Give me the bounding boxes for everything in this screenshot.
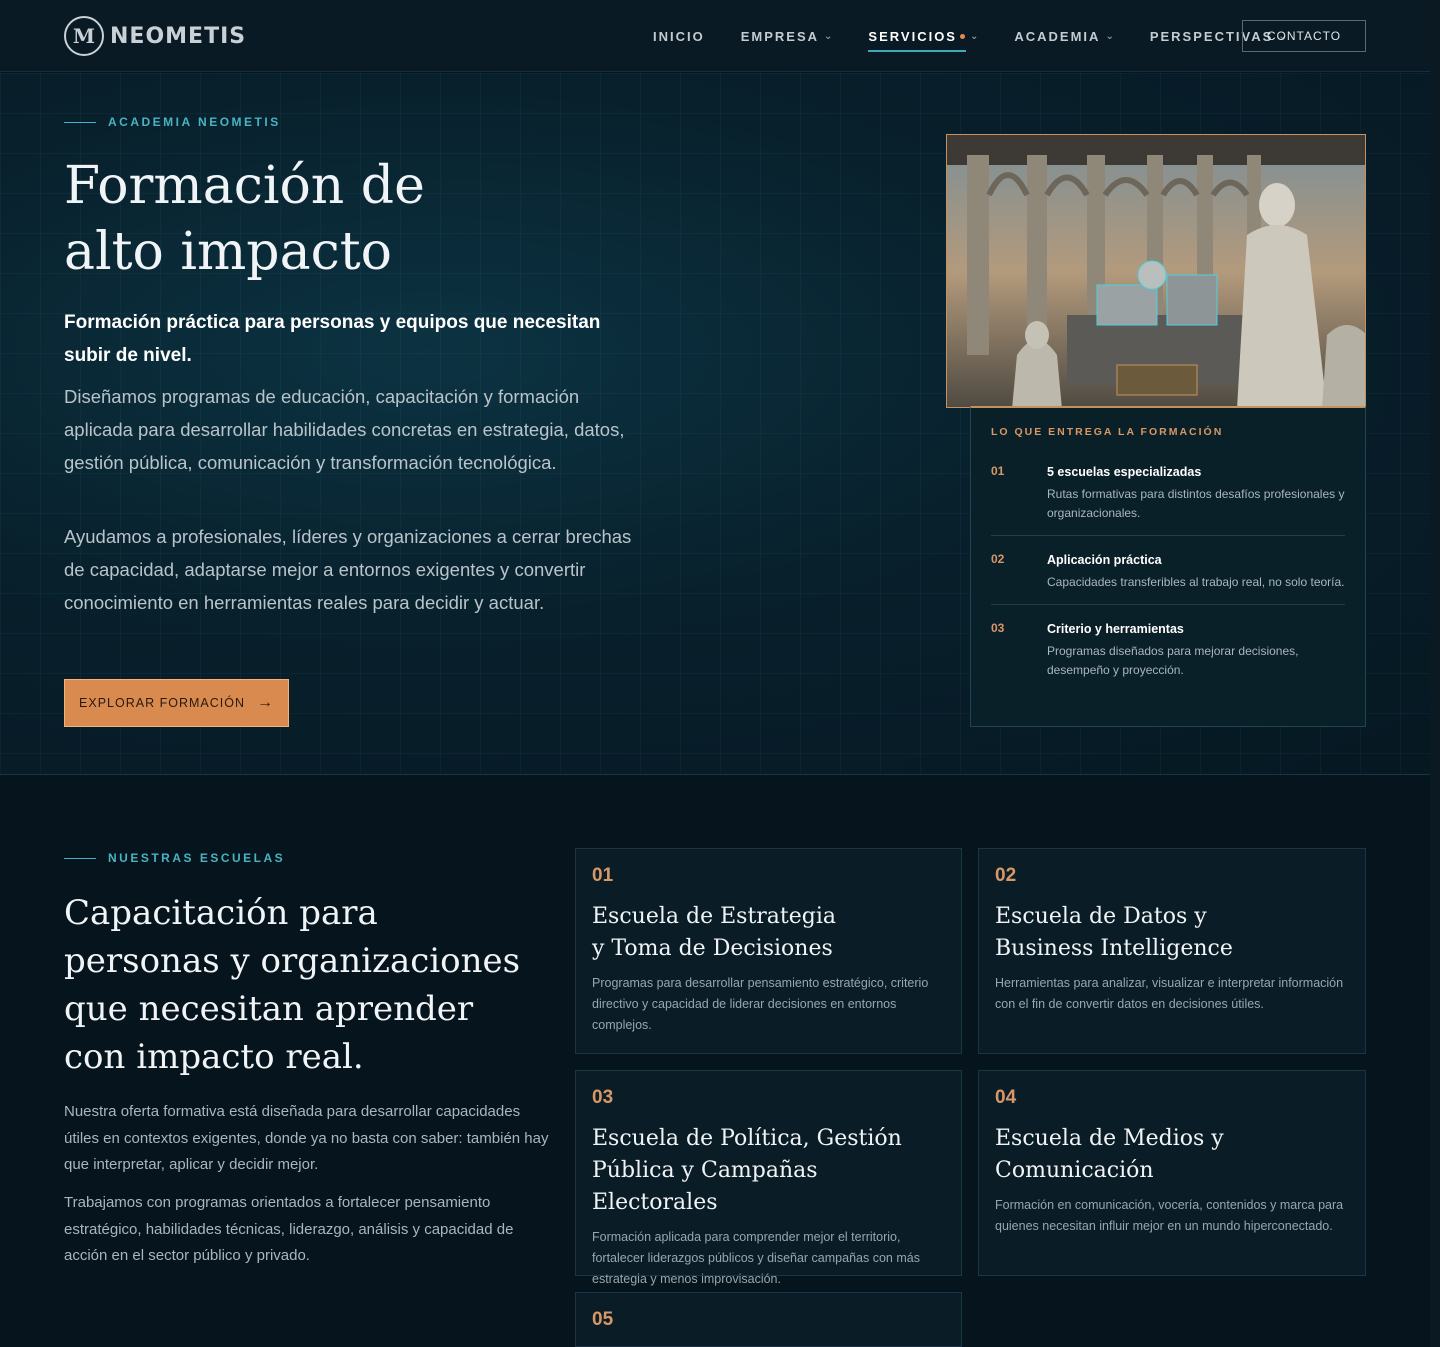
hero-eyebrow: ACADEMIA NEOMETIS <box>64 115 281 129</box>
school-name: Escuela de Medios y Comunicación <box>995 1123 1345 1187</box>
deliverable-item: 03 Criterio y herramientas Programas dis… <box>991 605 1345 692</box>
menu-item-label: INICIO <box>653 28 705 44</box>
hero-illustration <box>946 134 1366 408</box>
deliverable-heading: Aplicación práctica <box>1047 553 1162 567</box>
explore-training-button[interactable]: EXPLORAR FORMACIÓN → <box>64 679 289 727</box>
chevron-down-icon: ⌄ <box>969 30 979 42</box>
schools-title-line2: personas y organizaciones <box>64 941 521 981</box>
hero-paragraph-1: Diseñamos programas de educación, capaci… <box>64 386 625 473</box>
school-name-line1: Escuela de Estrategia <box>592 904 837 929</box>
hero-title-line1: Formación de <box>64 156 425 216</box>
school-card-strategy[interactable]: 01 Escuela de Estrategia y Toma de Decis… <box>575 848 962 1054</box>
schools-eyebrow: NUESTRAS ESCUELAS <box>64 851 285 865</box>
hero-paragraph-2: Ayudamos a profesionales, líderes y orga… <box>64 526 632 613</box>
top-navigation: M NEOMETIS INICIO EMPRESA ⌄ SERVICIOS ⌄ … <box>0 0 1430 72</box>
schools-title-line1: Capacitación para <box>64 893 378 933</box>
training-deliverables-card: LO QUE ENTREGA LA FORMACIÓN 01 5 escuela… <box>970 406 1366 727</box>
school-description: Formación aplicada para comprender mejor… <box>592 1230 920 1286</box>
logo-icon: M <box>64 16 104 56</box>
school-number: 05 <box>592 1309 614 1330</box>
deliverable-description: Capacidades transferibles al trabajo rea… <box>1047 575 1345 589</box>
hero-title: Formación de alto impacto <box>64 153 624 285</box>
schools-title: Capacitación para personas y organizacio… <box>64 889 544 1081</box>
deliverable-description: Rutas formativas para distintos desafíos… <box>1047 487 1345 520</box>
contact-button[interactable]: CONTACTO <box>1242 20 1366 52</box>
menu-item-label: SERVICIOS <box>868 28 957 44</box>
logo[interactable]: M NEOMETIS <box>64 16 246 56</box>
deliverable-number: 02 <box>991 552 1005 566</box>
school-name: Escuela de Datos y Business Intelligence <box>995 901 1345 965</box>
school-number: 01 <box>592 865 614 886</box>
school-description: Formación en comunicación, vocería, cont… <box>995 1198 1344 1233</box>
school-number: 02 <box>995 865 1017 886</box>
chevron-down-icon: ⌄ <box>824 30 833 42</box>
school-name: Escuela de Política, Gestión Pública y C… <box>592 1123 942 1219</box>
menu-item-servicios[interactable]: SERVICIOS ⌄ <box>868 28 979 52</box>
arrow-right-icon: → <box>256 694 274 711</box>
school-name-line2: Business Intelligence <box>995 936 1233 961</box>
school-name-line1: Escuela de Política, Gestión <box>592 1126 902 1151</box>
menu-item-academia[interactable]: ACADEMIA ⌄ <box>1014 29 1113 44</box>
academy-statue-illustration <box>947 135 1365 407</box>
school-name-line2: y Toma de Decisiones <box>592 936 833 961</box>
deliverable-item: 02 Aplicación práctica Capacidades trans… <box>991 536 1345 605</box>
eyebrow-line <box>64 857 96 859</box>
schools-paragraph-1: Nuestra oferta formativa está diseñada p… <box>64 1103 549 1173</box>
deliverables-title: LO QUE ENTREGA LA FORMACIÓN <box>991 426 1224 438</box>
schools-title-line4: con impacto real. <box>64 1037 364 1077</box>
school-name: Escuela de Estrategia y Toma de Decision… <box>592 901 942 965</box>
school-name-line1: Escuela de Datos y <box>995 904 1207 929</box>
menu-item-label: ACADEMIA <box>1014 28 1101 44</box>
school-card-politics[interactable]: 03 Escuela de Política, Gestión Pública … <box>575 1070 962 1286</box>
school-number: 04 <box>995 1087 1017 1108</box>
school-card-media[interactable]: 04 Escuela de Medios y Comunicación Form… <box>978 1070 1366 1276</box>
hero-section: ACADEMIA NEOMETIS Formación de alto impa… <box>0 73 1430 775</box>
chevron-down-icon: ⌄ <box>1105 30 1114 42</box>
schools-paragraph-2: Trabajamos con programas orientados a fo… <box>64 1194 514 1264</box>
schools-title-line3: que necesitan aprender <box>64 989 474 1029</box>
deliverable-description: Programas diseñados para mejorar decisio… <box>1047 644 1299 677</box>
menu-item-inicio[interactable]: INICIO <box>653 29 705 44</box>
school-description: Herramientas para analizar, visualizar e… <box>995 976 1344 1011</box>
hero-title-line2: alto impacto <box>64 222 392 282</box>
eyebrow-line <box>64 121 96 123</box>
deliverable-item: 01 5 escuelas especializadas Rutas forma… <box>991 448 1345 536</box>
school-name-line2: Pública y Campañas Electorales <box>592 1158 818 1215</box>
school-card-data[interactable]: 02 Escuela de Datos y Business Intellige… <box>978 848 1366 1054</box>
school-number: 03 <box>592 1087 614 1108</box>
deliverable-number: 01 <box>991 464 1005 478</box>
deliverable-heading: 5 escuelas especializadas <box>1047 465 1202 479</box>
cta-label: EXPLORAR FORMACIÓN <box>79 696 245 710</box>
eyebrow-text: NUESTRAS ESCUELAS <box>108 851 286 865</box>
school-card-5[interactable]: 05 <box>575 1292 962 1347</box>
school-name-line1: Escuela de Medios y Comunicación <box>995 1126 1224 1183</box>
hero-lead: Formación práctica para personas y equip… <box>64 312 601 366</box>
menu-item-empresa[interactable]: EMPRESA ⌄ <box>741 29 833 44</box>
main-menu: INICIO EMPRESA ⌄ SERVICIOS ⌄ ACADEMIA ⌄ … <box>653 0 1323 72</box>
page-scrollbar[interactable] <box>1430 0 1440 1347</box>
active-dot-icon <box>959 33 965 39</box>
eyebrow-text: ACADEMIA NEOMETIS <box>108 115 281 129</box>
school-description: Programas para desarrollar pensamiento e… <box>592 976 929 1032</box>
deliverable-number: 03 <box>991 621 1005 635</box>
menu-item-label: EMPRESA <box>740 28 820 44</box>
deliverable-heading: Criterio y herramientas <box>1047 622 1184 636</box>
logo-text: NEOMETIS <box>110 23 247 49</box>
